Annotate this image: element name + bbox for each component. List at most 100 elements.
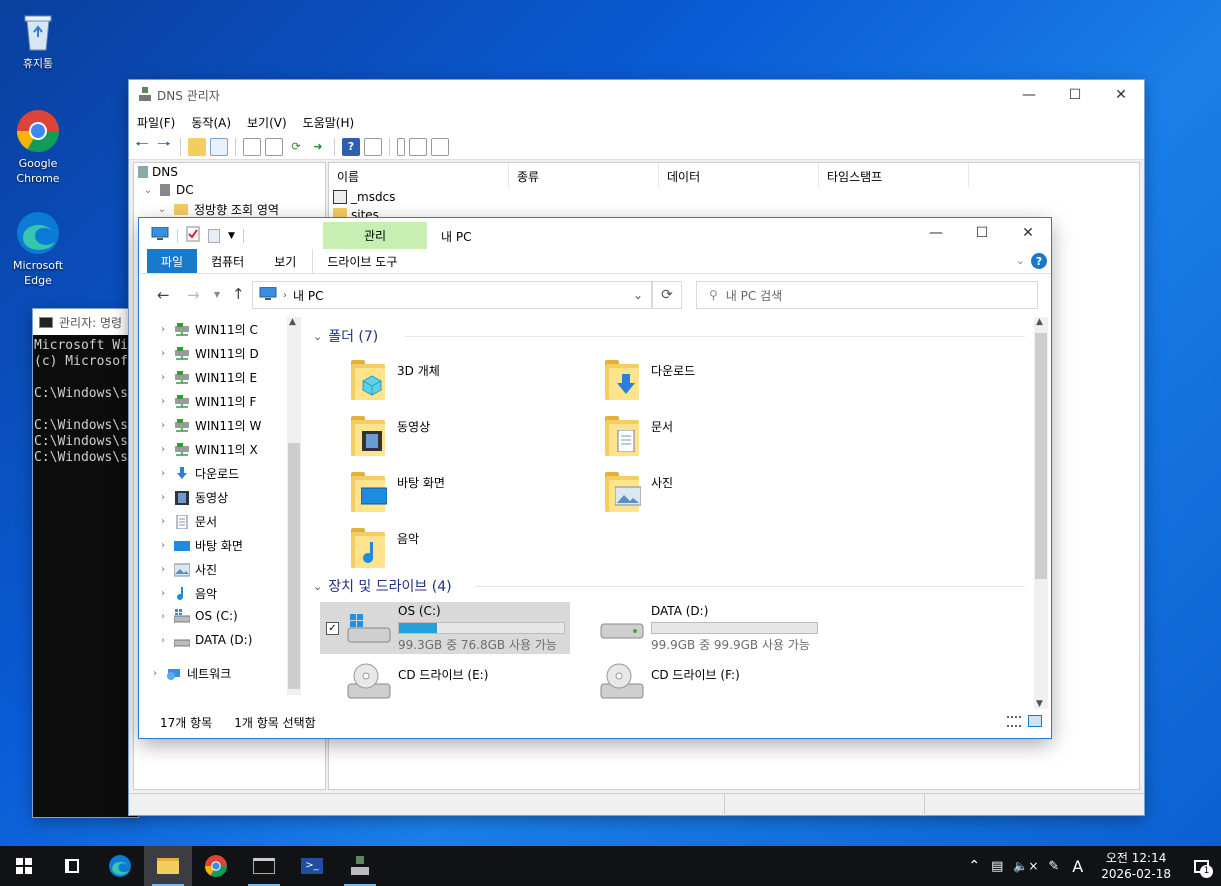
folder-item[interactable]: 동영상 — [345, 412, 575, 462]
chevron-right-icon[interactable]: › — [157, 611, 169, 622]
chevron-right-icon[interactable]: › — [157, 348, 169, 359]
nav-item[interactable]: › WIN11의 W — [157, 417, 261, 434]
table-row[interactable]: _msdcs — [333, 190, 395, 204]
volume-muted-icon[interactable]: 🔈× — [1008, 859, 1043, 873]
col-data[interactable]: 데이터 — [659, 163, 819, 187]
nav-item[interactable]: › 음악 — [157, 585, 217, 602]
menu-help[interactable]: 도움말(H) — [303, 114, 355, 131]
chevron-down-icon[interactable]: ⌄ — [142, 185, 154, 196]
chevron-right-icon[interactable]: › — [149, 668, 161, 679]
drives-group-header[interactable]: ⌄ 장치 및 드라이브 (4) — [313, 576, 452, 596]
tab-manage[interactable]: 관리 — [323, 222, 427, 249]
back-arrow-icon[interactable]: ← — [157, 286, 170, 304]
address-dropdown-icon[interactable]: ⌄ — [633, 288, 643, 302]
up-folder-icon[interactable] — [188, 137, 206, 156]
scroll-up-icon[interactable]: ▲ — [1036, 317, 1043, 327]
drive-item-c[interactable]: ✓ OS (C:) 99.3GB 중 76.8GB 사용 가능 — [320, 602, 570, 654]
recent-dropdown-icon[interactable]: ▼ — [214, 290, 220, 299]
back-arrow-icon[interactable]: 🠐 — [133, 134, 151, 156]
console-tree-icon[interactable] — [210, 137, 228, 156]
properties-icon[interactable] — [243, 137, 261, 156]
col-type[interactable]: 종류 — [509, 163, 659, 187]
nav-item[interactable]: › WIN11의 E — [157, 369, 257, 386]
checkbox[interactable]: ✓ — [326, 622, 339, 635]
refresh-icon[interactable]: ⟳ — [287, 138, 305, 156]
dns-titlebar[interactable]: DNS 관리자 — [129, 80, 1144, 110]
cmd-titlebar[interactable]: 관리자: 명령 — [33, 309, 138, 335]
breadcrumb[interactable]: 내 PC — [293, 287, 323, 304]
minimize-icon[interactable]: — — [913, 218, 959, 248]
content-scrollbar[interactable]: ▲ ▼ — [1034, 317, 1048, 709]
minimize-icon[interactable]: — — [1006, 80, 1052, 110]
folder-item[interactable]: 3D 개체 — [345, 356, 575, 406]
nav-item[interactable]: › 사진 — [157, 561, 217, 578]
taskbar-edge[interactable] — [96, 846, 144, 886]
nav-item[interactable]: › OS (C:) — [157, 609, 238, 623]
chevron-down-icon[interactable]: ⌄ — [313, 330, 322, 343]
desktop-icon-recycle-bin[interactable]: 휴지통 — [3, 8, 73, 71]
forward-arrow-icon[interactable]: 🠒 — [155, 134, 173, 156]
folder-item[interactable]: 바탕 화면 — [345, 468, 575, 518]
copy-icon[interactable] — [265, 137, 283, 156]
server-icon[interactable] — [397, 137, 405, 156]
list-icon[interactable] — [409, 137, 427, 156]
nav-item[interactable]: › WIN11의 D — [157, 345, 259, 362]
start-button[interactable] — [0, 846, 48, 886]
maximize-icon[interactable]: ☐ — [959, 218, 1005, 248]
details-view-icon[interactable] — [1007, 716, 1021, 727]
col-timestamp[interactable]: 타임스탬프 — [819, 163, 969, 187]
view-icon[interactable] — [364, 137, 382, 156]
task-view-button[interactable] — [48, 846, 96, 886]
drive-item-f[interactable]: CD 드라이브 (F:) — [573, 660, 823, 702]
scroll-up-icon[interactable]: ▲ — [289, 317, 296, 327]
taskbar-dns-manager[interactable] — [336, 846, 384, 886]
customize-dropdown-icon[interactable]: ▼ — [228, 231, 235, 241]
chevron-down-icon[interactable]: ⌄ — [156, 204, 168, 215]
cmd-window[interactable]: 관리자: 명령 Microsoft Wi (c) Microsof C:\Win… — [33, 309, 138, 817]
nav-item[interactable]: › WIN11의 X — [157, 441, 258, 458]
pen-icon[interactable]: ✎ — [1043, 859, 1064, 874]
nav-item[interactable]: › 문서 — [157, 513, 217, 530]
folder-item[interactable]: 다운로드 — [599, 356, 829, 406]
nav-scrollbar[interactable]: ▲ — [287, 317, 301, 695]
chevron-down-icon[interactable]: ⌄ — [313, 580, 322, 593]
chevron-right-icon[interactable]: › — [157, 516, 169, 527]
drive-item-e[interactable]: CD 드라이브 (E:) — [320, 660, 570, 702]
computer-icon[interactable] — [151, 226, 169, 244]
folder-item[interactable]: 사진 — [599, 468, 829, 518]
close-icon[interactable]: ✕ — [1005, 218, 1051, 248]
nav-item[interactable]: › DATA (D:) — [157, 633, 252, 647]
chevron-right-icon[interactable]: › — [157, 635, 169, 646]
nav-item[interactable]: › 동영상 — [157, 489, 228, 506]
taskbar-cmd[interactable] — [240, 846, 288, 886]
network-icon[interactable]: ▤ — [986, 859, 1008, 874]
scroll-down-icon[interactable]: ▼ — [1036, 699, 1043, 709]
chevron-right-icon[interactable]: › — [157, 564, 169, 575]
close-icon[interactable]: ✕ — [1098, 80, 1144, 110]
desktop-icon-edge[interactable]: Microsoft Edge — [3, 210, 73, 288]
menu-view[interactable]: 보기(V) — [247, 114, 287, 131]
folders-group-header[interactable]: ⌄ 폴더 (7) — [313, 326, 378, 346]
nav-item[interactable]: › 다운로드 — [157, 465, 239, 482]
tree-forward-zone[interactable]: ⌄ 정방향 조회 영역 — [156, 201, 279, 218]
scrollbar-thumb[interactable] — [288, 443, 300, 689]
nav-item[interactable]: › WIN11의 F — [157, 393, 256, 410]
multi-icon[interactable] — [431, 137, 449, 156]
new-folder-icon[interactable] — [208, 228, 220, 243]
explorer-window[interactable]: ▼ 관리 내 PC — ☐ ✕ 파일 컴퓨터 보기 드라이브 도구 ⌄ ? ← … — [139, 218, 1051, 738]
breadcrumb-chevron-icon[interactable]: › — [283, 290, 287, 301]
chevron-right-icon[interactable]: › — [157, 396, 169, 407]
forward-arrow-icon[interactable]: → — [187, 286, 200, 304]
menu-file[interactable]: 파일(F) — [137, 114, 175, 131]
notification-center-button[interactable]: 1 — [1181, 846, 1221, 886]
tree-dc[interactable]: ⌄ DC — [142, 183, 194, 197]
taskbar-chrome[interactable] — [192, 846, 240, 886]
large-icons-view-icon[interactable] — [1028, 715, 1042, 727]
taskbar-file-explorer[interactable] — [144, 846, 192, 886]
tab-drive-tools[interactable]: 드라이브 도구 — [312, 249, 411, 273]
cmd-output[interactable]: Microsoft Wi (c) Microsof C:\Windows\s C… — [33, 335, 138, 469]
address-bar[interactable]: › 내 PC ⌄ — [252, 281, 652, 309]
chevron-right-icon[interactable]: › — [157, 324, 169, 335]
refresh-button[interactable]: ⟳ — [652, 281, 682, 309]
scrollbar-thumb[interactable] — [1035, 333, 1047, 579]
